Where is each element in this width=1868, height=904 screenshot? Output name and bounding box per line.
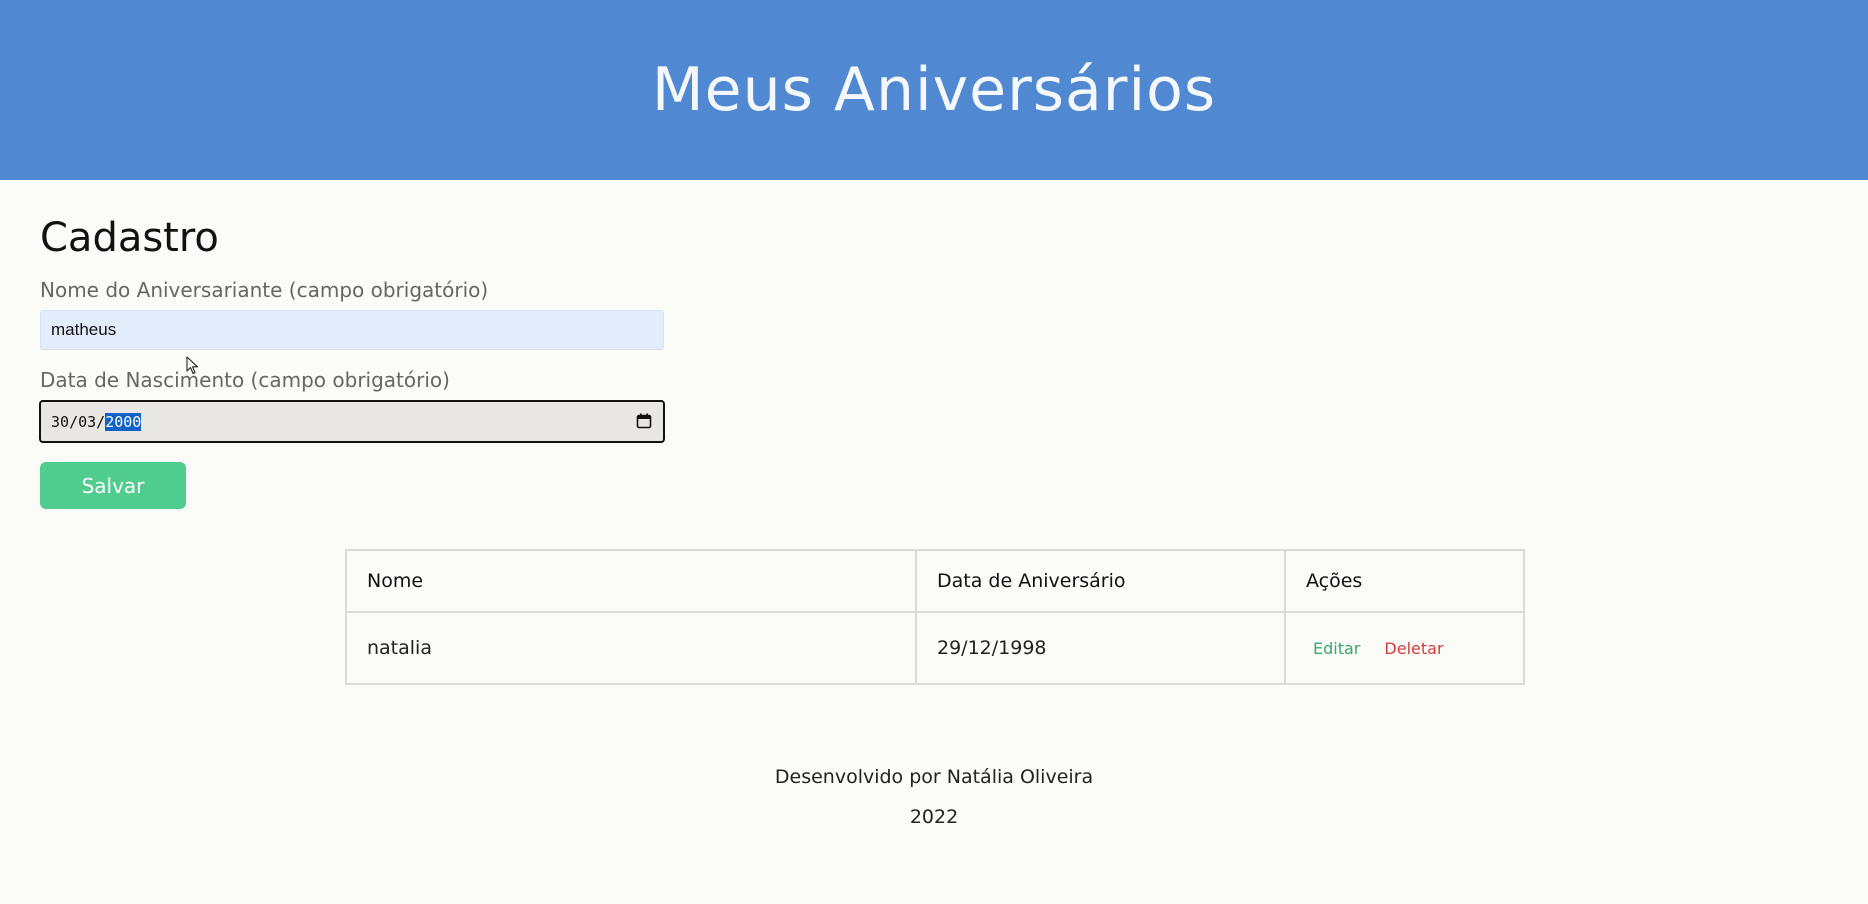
column-header-actions: Ações: [1284, 549, 1525, 613]
page-title: Meus Aniversários: [651, 55, 1217, 125]
footer-credit: Desenvolvido por Natália Oliveira: [774, 766, 1094, 788]
table-header-row: Nome Data de Aniversário Ações: [345, 549, 1525, 613]
date-month-segment[interactable]: 03: [78, 413, 96, 431]
date-label: Data de Nascimento (campo obrigatório): [40, 368, 450, 392]
mouse-cursor-icon: [186, 356, 199, 375]
row-actions-cell: Editar Deletar: [1284, 611, 1525, 685]
column-header-date: Data de Aniversário: [915, 549, 1286, 613]
page-footer: Desenvolvido por Natália Oliveira 2022: [0, 762, 1868, 842]
date-year-segment[interactable]: 2000: [105, 412, 142, 431]
row-name-cell: natalia: [345, 611, 917, 685]
save-button[interactable]: Salvar: [40, 462, 186, 509]
birth-date-input[interactable]: 30/03/2000: [39, 400, 665, 443]
date-day-segment[interactable]: 30: [51, 413, 69, 431]
form-title: Cadastro: [40, 215, 219, 261]
edit-link[interactable]: Editar: [1313, 639, 1360, 658]
birthdays-table: Nome Data de Aniversário Ações natalia 2…: [345, 549, 1525, 685]
footer-year: 2022: [909, 806, 959, 828]
date-separator: /: [96, 412, 106, 431]
table-row: natalia 29/12/1998 Editar Deletar: [345, 611, 1525, 685]
column-header-name: Nome: [345, 549, 917, 613]
delete-link[interactable]: Deletar: [1384, 639, 1443, 658]
date-separator: /: [69, 412, 79, 431]
name-label: Nome do Aniversariante (campo obrigatóri…: [40, 278, 489, 302]
page-header: Meus Aniversários: [0, 0, 1868, 180]
calendar-icon[interactable]: [636, 413, 652, 429]
name-input[interactable]: [40, 310, 664, 350]
row-date-cell: 29/12/1998: [915, 611, 1286, 685]
